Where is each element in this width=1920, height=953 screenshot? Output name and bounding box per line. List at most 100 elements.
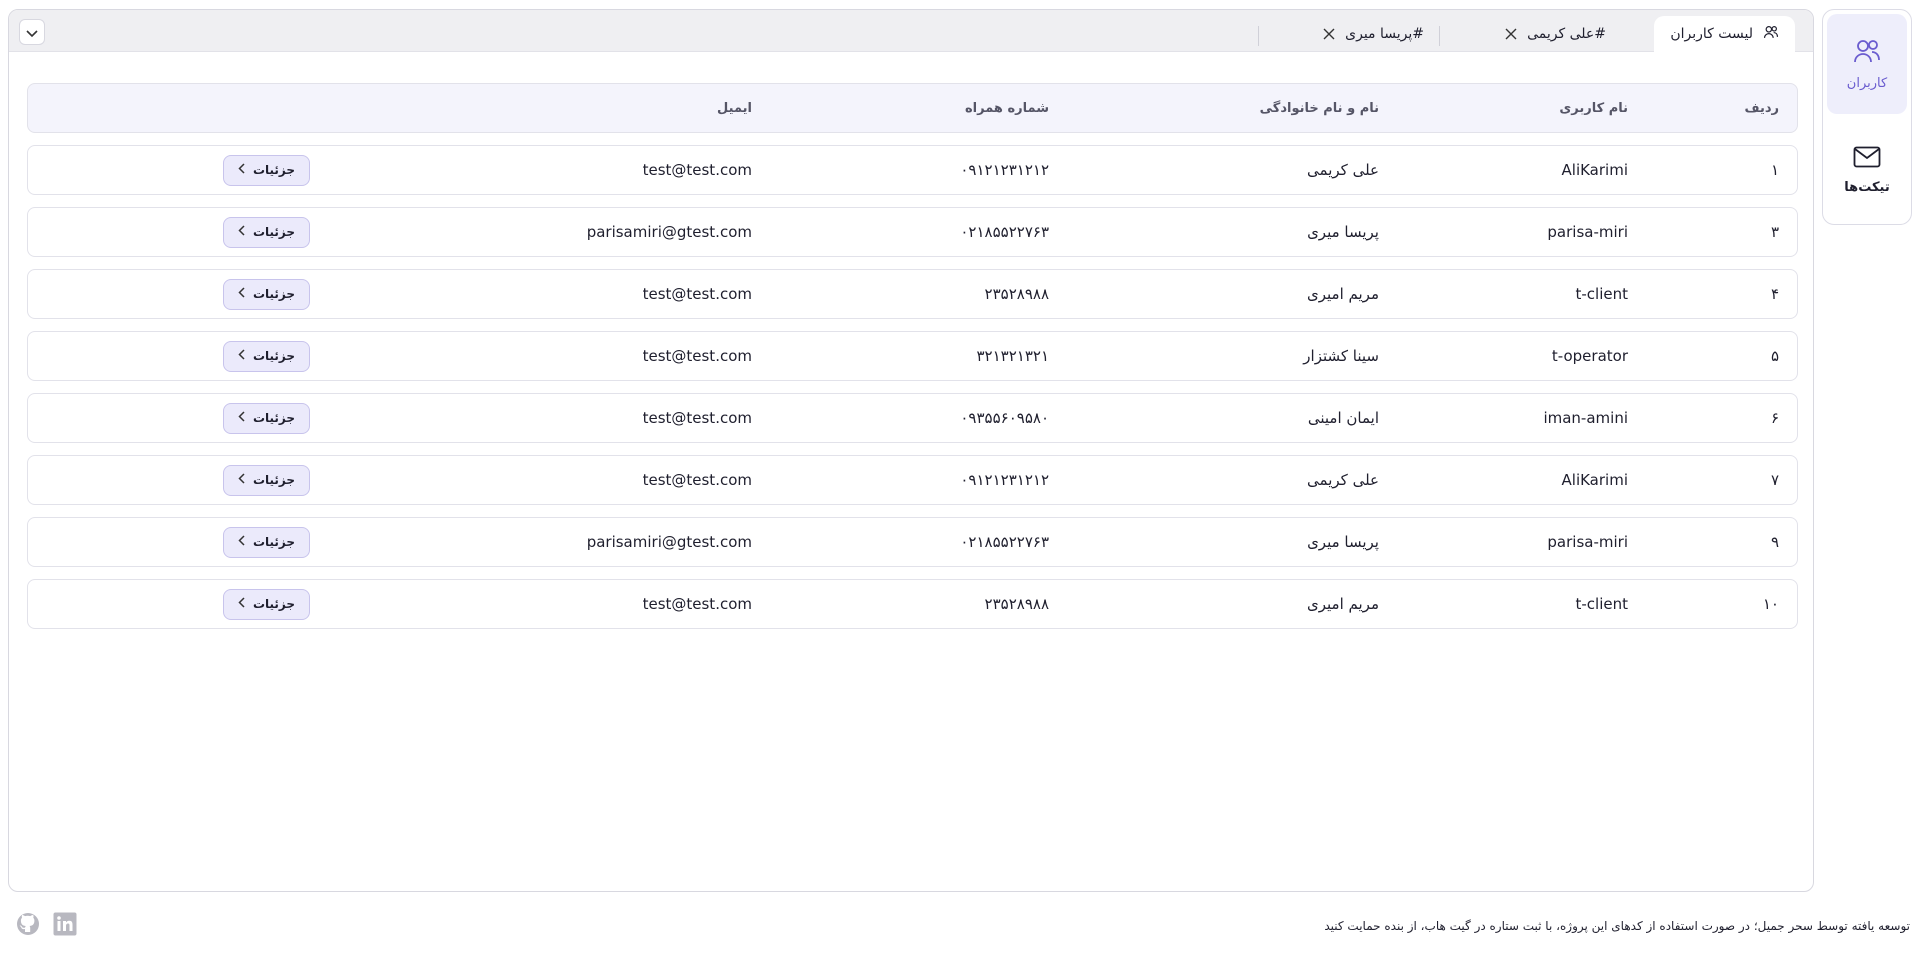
header-fullname: نام و نام خانوادگی: [1259, 100, 1379, 116]
details-button[interactable]: جزئیات: [223, 402, 310, 434]
tab-parisa-miri[interactable]: #پریسا میری: [1323, 16, 1424, 52]
row-email: test@test.com: [642, 471, 752, 489]
details-button[interactable]: جزئیات: [223, 216, 310, 248]
row-index: ۳: [1770, 223, 1779, 241]
row-email: test@test.com: [642, 161, 752, 179]
table-row: ۵ t-operator سینا کشتزار ۳۲۱۳۲۱۳۲۱ test@test…: [27, 331, 1798, 381]
linkedin-icon[interactable]: [53, 912, 77, 940]
row-username: t-client: [1575, 595, 1629, 613]
details-button[interactable]: جزئیات: [223, 588, 310, 620]
header-phone: شماره همراه: [964, 100, 1049, 116]
tab-label: #پریسا میری: [1345, 26, 1424, 42]
tab-separator: [1258, 26, 1259, 46]
row-fullname: علی کریمی: [1307, 471, 1379, 489]
row-phone: ۰۹۱۲۱۲۳۱۲۱۲: [960, 471, 1049, 489]
details-button-label: جزئیات: [252, 473, 296, 487]
row-fullname: پریسا میری: [1307, 223, 1379, 241]
table-row: ۳ parisa-miri پریسا میری ۰۲۱۸۵۵۲۲۷۶۳ parisam…: [27, 207, 1798, 257]
tab-users-list[interactable]: لیست کاربران: [1654, 16, 1795, 52]
sidebar-item-tickets[interactable]: تیکت‌ها: [1827, 120, 1907, 220]
chevron-left-icon: [238, 473, 245, 487]
row-index: ۹: [1770, 533, 1779, 551]
row-username: t-client: [1575, 285, 1629, 303]
sidebar-item-label: کاربران: [1846, 75, 1888, 91]
row-fullname: مریم امیری: [1307, 285, 1379, 303]
sidebar-item-users[interactable]: کاربران: [1827, 14, 1907, 114]
chevron-left-icon: [238, 535, 245, 549]
details-button-label: جزئیات: [252, 535, 296, 549]
row-index: ۷: [1770, 471, 1779, 489]
row-fullname: سینا کشتزار: [1303, 347, 1379, 365]
details-button[interactable]: جزئیات: [223, 464, 310, 496]
details-button-label: جزئیات: [252, 411, 296, 425]
chevron-left-icon: [238, 411, 245, 425]
header-index: ردیف: [1744, 100, 1779, 116]
tab-label: لیست کاربران: [1670, 26, 1753, 42]
sidebar-item-label: تیکت‌ها: [1844, 179, 1890, 195]
details-button[interactable]: جزئیات: [223, 340, 310, 372]
chevron-left-icon: [238, 287, 245, 301]
row-email: parisamiri@gtest.com: [586, 533, 752, 551]
row-phone: ۰۲۱۸۵۵۲۲۷۶۳: [960, 533, 1049, 551]
table-row: ۹ parisa-miri پریسا میری ۰۲۱۸۵۵۲۲۷۶۳ parisam…: [27, 517, 1798, 567]
table-header: ردیف نام کاربری نام و نام خانوادگی شماره…: [27, 83, 1798, 133]
tabs-dropdown-button[interactable]: [19, 19, 45, 45]
users-icon: [1763, 25, 1779, 43]
row-email: test@test.com: [642, 409, 752, 427]
row-actions: جزئیات: [223, 394, 310, 442]
users-table: ردیف نام کاربری نام و نام خانوادگی شماره…: [27, 83, 1798, 641]
row-fullname: مریم امیری: [1307, 595, 1379, 613]
table-row: ۱۰ t-client مریم امیری ۲۳۵۲۸۹۸۸ test@test.co…: [27, 579, 1798, 629]
close-icon[interactable]: [1505, 28, 1517, 40]
row-actions: جزئیات: [223, 270, 310, 318]
row-email: parisamiri@gtest.com: [586, 223, 752, 241]
row-index: ۴: [1770, 285, 1779, 303]
row-actions: جزئیات: [223, 146, 310, 194]
row-fullname: ایمان امینی: [1307, 409, 1379, 427]
row-fullname: علی کریمی: [1307, 161, 1379, 179]
row-username: t-operator: [1551, 347, 1628, 365]
sidebar: کاربران تیکت‌ها: [1822, 9, 1912, 225]
table-row: ۴ t-client مریم امیری ۲۳۵۲۸۹۸۸ test@test.com…: [27, 269, 1798, 319]
mail-icon: [1853, 146, 1881, 172]
tab-ali-karimi[interactable]: #علی کریمی: [1505, 16, 1606, 52]
details-button[interactable]: جزئیات: [223, 154, 310, 186]
row-phone: ۳۲۱۳۲۱۳۲۱: [976, 347, 1049, 365]
row-actions: جزئیات: [223, 208, 310, 256]
table-row: ۷ AliKarimi علی کریمی ۰۹۱۲۱۲۳۱۲۱۲ test@test.…: [27, 455, 1798, 505]
main-panel: لیست کاربران #علی کریمی #پریسا میری ردیف…: [8, 9, 1814, 892]
details-button[interactable]: جزئیات: [223, 278, 310, 310]
details-button-label: جزئیات: [252, 225, 296, 239]
row-actions: جزئیات: [223, 456, 310, 504]
row-index: ۶: [1770, 409, 1779, 427]
details-button[interactable]: جزئیات: [223, 526, 310, 558]
row-phone: ۰۹۳۵۵۶۰۹۵۸۰: [960, 409, 1049, 427]
chevron-left-icon: [238, 597, 245, 611]
tab-label: #علی کریمی: [1527, 26, 1606, 42]
row-email: test@test.com: [642, 285, 752, 303]
details-button-label: جزئیات: [252, 287, 296, 301]
row-index: ۱۰: [1762, 595, 1779, 613]
row-email: test@test.com: [642, 347, 752, 365]
details-button-label: جزئیات: [252, 163, 296, 177]
row-username: iman-amini: [1543, 409, 1628, 427]
row-fullname: پریسا میری: [1307, 533, 1379, 551]
chevron-left-icon: [238, 225, 245, 239]
chevron-left-icon: [238, 349, 245, 363]
chevron-down-icon: [26, 23, 38, 42]
row-phone: ۲۳۵۲۸۹۸۸: [984, 595, 1049, 613]
row-username: AliKarimi: [1561, 471, 1628, 489]
footer-credit: توسعه یافته توسط سحر جمیل؛ در صورت استفا…: [1324, 919, 1910, 933]
row-phone: ۰۲۱۸۵۵۲۲۷۶۳: [960, 223, 1049, 241]
tab-separator: [1439, 26, 1440, 46]
close-icon[interactable]: [1323, 28, 1335, 40]
row-actions: جزئیات: [223, 518, 310, 566]
github-icon[interactable]: [16, 912, 40, 940]
header-email: ایمیل: [717, 100, 752, 116]
row-index: ۱: [1770, 161, 1779, 179]
details-button-label: جزئیات: [252, 349, 296, 363]
row-username: AliKarimi: [1561, 161, 1628, 179]
header-username: نام کاربری: [1559, 100, 1628, 116]
tab-bar: لیست کاربران #علی کریمی #پریسا میری: [9, 10, 1813, 52]
table-row: ۱ AliKarimi علی کریمی ۰۹۱۲۱۲۳۱۲۱۲ test@test.…: [27, 145, 1798, 195]
